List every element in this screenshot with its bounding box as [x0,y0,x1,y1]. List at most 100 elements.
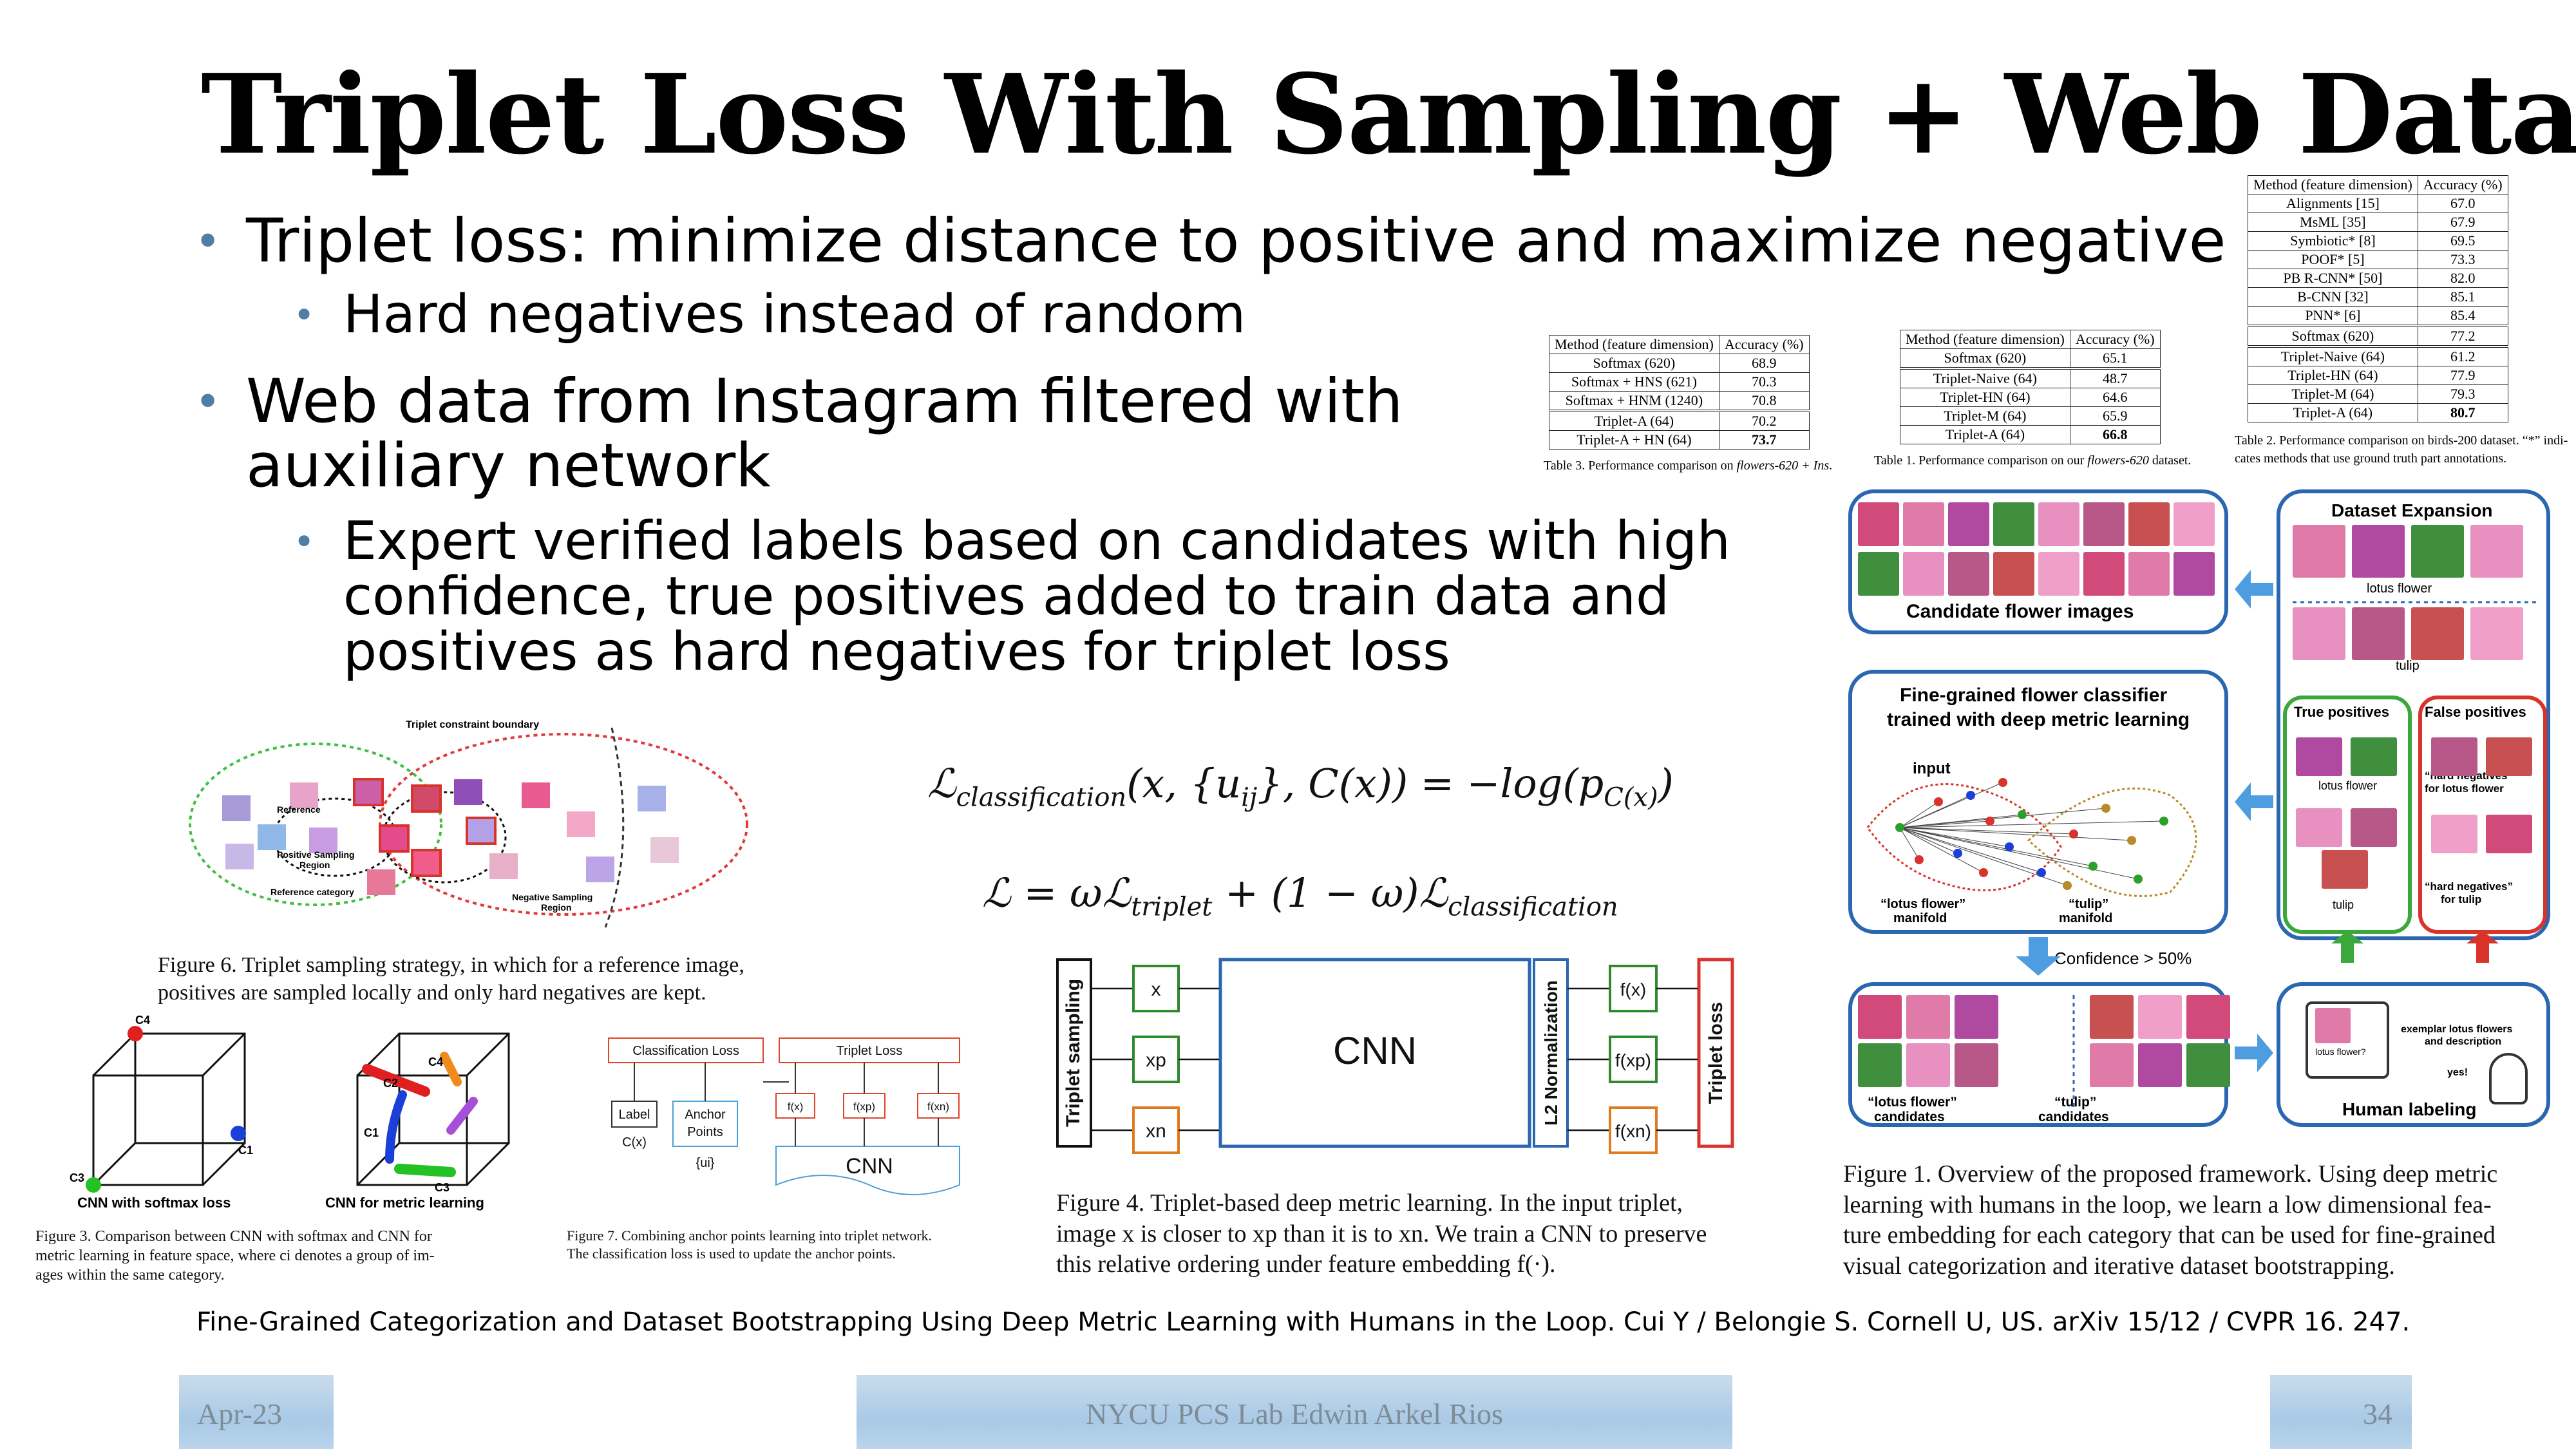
flower-photo [2486,737,2532,776]
flower-photo [1858,552,1899,596]
table-cell: POOF* [5] [2248,250,2418,269]
left-arrow-icon [2235,570,2273,609]
table-cell: 73.3 [2417,250,2508,269]
flower-thumbnail [225,844,254,869]
table-header-cell: Method (feature dimension) [1549,335,1719,354]
table-row: PNN* [6] 85.4 [2248,306,2508,327]
flower-photo [1858,502,1899,546]
table-row: Triplet-Naive (64) 61.2 [2248,345,2508,366]
flower-photo [2128,502,2170,546]
svg-text:f(x): f(x) [788,1101,804,1113]
table-cell: 65.1 [2069,348,2161,369]
flower-photo [2186,1043,2230,1087]
flower-photo [1993,552,2034,596]
up-arrow-green-icon [2331,931,2363,963]
flower-photo [2431,815,2477,853]
footer-date: Apr-23 [179,1375,334,1449]
figure-3-diagram: C4 C1 C3 C4 C2 C1 C3 CNN with softmax lo… [70,1014,510,1211]
table-row: Triplet-A (64) 66.8 [1900,425,2161,444]
figure-1-diagram: Candidate flower images Fine-grained flo… [1842,486,2563,1137]
table-cell: 64.6 [2069,388,2161,407]
figure-3-caption: Figure 3. Comparison between CNN with so… [35,1228,435,1283]
svg-text:C3: C3 [70,1171,84,1184]
svg-text:f(xn): f(xn) [927,1101,949,1113]
table-cell: Triplet-A (64) [1549,410,1719,431]
table-header-cell: Accuracy (%) [2417,175,2508,194]
flower-photo [2470,525,2523,578]
table-header-cell: Accuracy (%) [1718,335,1810,354]
flower-photo [2038,502,2079,546]
table-row: Softmax + HNM (1240) 70.8 [1549,391,1810,412]
flower-photo [1906,995,1950,1039]
table-cell: 70.3 [1718,372,1810,392]
fig6-reference-category: Reference category [270,887,354,897]
svg-text:Region: Region [299,860,330,870]
flower-photo [2090,995,2134,1039]
table-row: Softmax (620) 65.1 [1900,348,2161,369]
flower-photo [1993,502,2034,546]
svg-text:Classification Loss: Classification Loss [632,1044,739,1058]
table-cell: 85.4 [2417,306,2508,327]
flower-photo [2083,502,2125,546]
citation: Fine-Grained Categorization and Dataset … [196,1307,2410,1337]
table-cell: 77.2 [2417,325,2508,347]
table-2-caption: Table 2. Performance comparison on birds… [2235,433,2568,466]
table-cell: 69.5 [2417,231,2508,251]
table-cell: Triplet-Naive (64) [1900,367,2070,388]
table-row: Triplet-A (64) 80.7 [2248,403,2508,422]
flower-photo [2186,995,2230,1039]
flower-thumbnail [454,779,482,805]
svg-text:CNN: CNN [846,1154,893,1179]
svg-text:C1: C1 [238,1144,253,1157]
flower-photo [2293,607,2345,660]
table-row: Triplet-HN (64) 77.9 [2248,366,2508,385]
table-cell: 67.9 [2417,213,2508,232]
svg-text:Anchor: Anchor [685,1108,726,1122]
flower-thumbnail [489,853,518,879]
flower-thumbnail [638,786,666,811]
flower-photo [1948,502,1989,546]
flower-thumbnail [466,817,497,845]
flower-photo [2296,808,2342,847]
svg-text:C2: C2 [383,1077,398,1090]
figure-6-diagram: Triplet constraint boundary Reference Po… [189,719,748,928]
svg-text:C4: C4 [428,1056,443,1068]
flower-thumbnail [367,869,395,895]
table-header-cell: Method (feature dimension) [1900,330,2070,349]
table-1: Method (feature dimension) Accuracy (%) So… [1874,330,2191,468]
table-cell: Softmax + HNM (1240) [1549,391,1719,412]
table-row: PB R-CNN* [50] 82.0 [2248,269,2508,288]
svg-text:L2 Normalization: L2 Normalization [1541,980,1561,1126]
svg-text:C1: C1 [364,1126,379,1139]
svg-text:xn: xn [1146,1121,1166,1142]
table-cell: 70.8 [1718,391,1810,412]
table-cell: 77.9 [2417,366,2508,385]
svg-text:C3: C3 [435,1181,450,1194]
table-row: Triplet-A (64) 70.2 [1549,410,1810,431]
flower-photo [2486,815,2532,853]
table-header-cell: Accuracy (%) [2069,330,2161,349]
table-cell: 48.7 [2069,367,2161,388]
table-cell: MsML [35] [2248,213,2418,232]
flower-thumbnail [379,824,410,853]
table-cell: Triplet-M (64) [1900,406,2070,426]
table-cell: PNN* [6] [2248,306,2418,327]
svg-text:Triplet sampling: Triplet sampling [1063,979,1084,1127]
fig3-right-label: CNN for metric learning [325,1195,484,1211]
flower-photo [1955,995,1998,1039]
flower-photo [1906,1043,1950,1087]
table-cell: 66.8 [2069,425,2161,444]
table-cell: 70.2 [1718,410,1810,431]
figure-6-caption: Figure 6. Triplet sampling strategy, in … [158,953,744,1005]
flower-thumbnail [567,811,595,837]
table-cell: 80.7 [2417,403,2508,422]
flower-photo [2293,525,2345,578]
flower-photo [2411,525,2464,578]
svg-text:Label: Label [619,1108,650,1122]
table-row: Triplet-M (64) 79.3 [2248,384,2508,404]
flower-photo [2431,737,2477,776]
svg-text:Triplet loss: Triplet loss [1705,1002,1727,1104]
svg-text:f(xp): f(xp) [853,1101,875,1113]
svg-text:CNN: CNN [1333,1029,1417,1072]
slide-title: Triplet Loss With Sampling + Web Data [201,50,2576,179]
